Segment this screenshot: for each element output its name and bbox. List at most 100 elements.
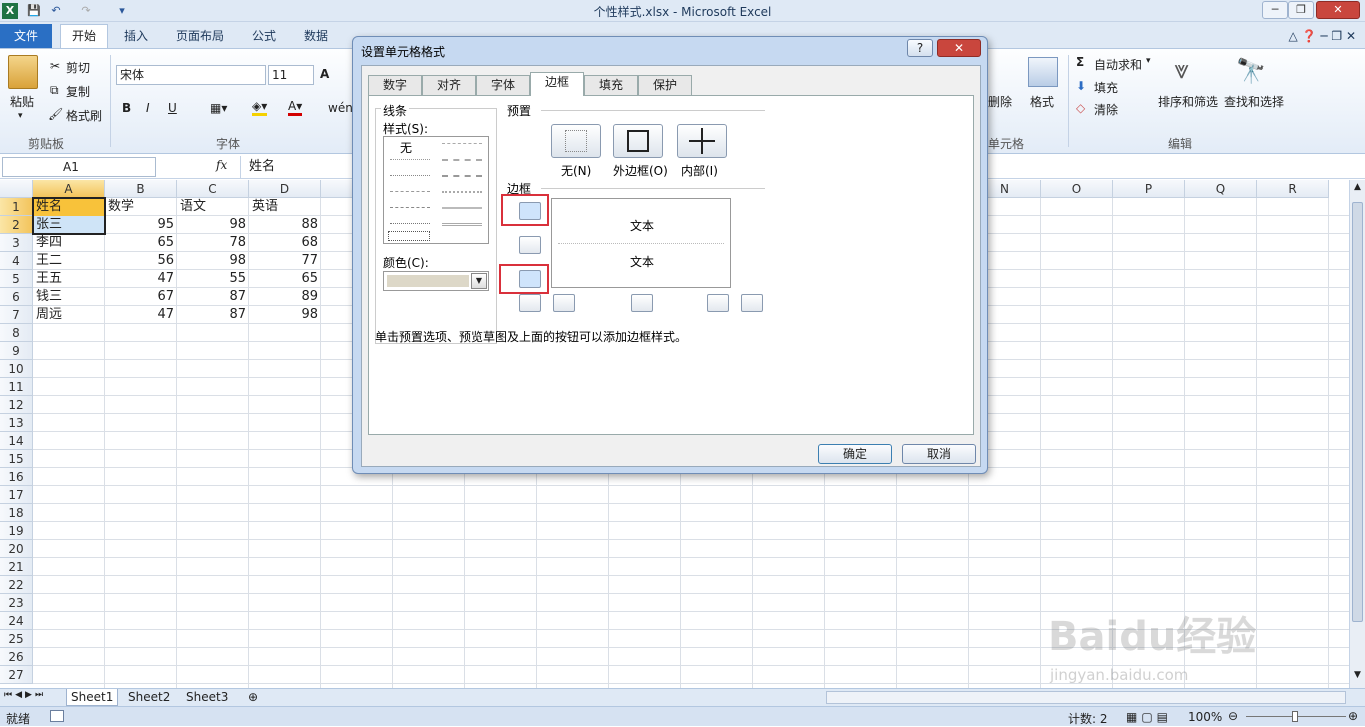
binoculars-icon[interactable]: 🔭	[1236, 57, 1266, 85]
row-header[interactable]: 4	[0, 252, 33, 270]
select-all-corner[interactable]	[0, 180, 33, 198]
table-cell[interactable]: 98	[249, 306, 321, 324]
dialog-tab-protection[interactable]: 保护	[638, 75, 692, 95]
tab-insert[interactable]: 插入	[120, 26, 152, 48]
table-cell[interactable]: 李四	[33, 234, 105, 252]
table-cell[interactable]: 67	[105, 288, 177, 306]
row-header[interactable]: 10	[0, 360, 33, 378]
column-header[interactable]: C	[177, 180, 249, 198]
column-header[interactable]: B	[105, 180, 177, 198]
preset-inside-button[interactable]	[677, 124, 727, 158]
copy-button[interactable]: 复制	[66, 83, 90, 100]
row-header[interactable]: 7	[0, 306, 33, 324]
fill-button[interactable]: 填充	[1094, 79, 1118, 96]
dialog-tab-number[interactable]: 数字	[368, 75, 422, 95]
font-color-icon[interactable]: A▾	[288, 99, 303, 116]
line-style-option[interactable]	[442, 175, 482, 177]
sheet-tab-1[interactable]: Sheet1	[66, 689, 119, 706]
row-header[interactable]: 19	[0, 522, 33, 540]
row-header[interactable]: 17	[0, 486, 33, 504]
autosum-dropdown-icon[interactable]: ▾	[1146, 56, 1151, 66]
line-style-list[interactable]: 无	[383, 136, 489, 244]
phonetic-button[interactable]: wén	[328, 101, 353, 115]
font-size-combo[interactable]: 11	[268, 65, 314, 85]
scroll-up-icon[interactable]: ▲	[1352, 182, 1363, 194]
italic-button[interactable]: I	[146, 101, 150, 115]
line-style-option[interactable]	[442, 223, 482, 226]
column-header[interactable]: Q	[1185, 180, 1257, 198]
cancel-button[interactable]: 取消	[902, 444, 976, 464]
line-style-option[interactable]	[390, 175, 430, 176]
line-style-option[interactable]	[390, 207, 430, 208]
view-mode-icons[interactable]: ▦▢▤	[1126, 710, 1172, 724]
row-header[interactable]: 2	[0, 216, 33, 234]
dialog-tab-fill[interactable]: 填充	[584, 75, 638, 95]
row-header[interactable]: 12	[0, 396, 33, 414]
table-cell[interactable]: 钱三	[33, 288, 105, 306]
dialog-tab-alignment[interactable]: 对齐	[422, 75, 476, 95]
find-select-button[interactable]: 查找和选择	[1224, 93, 1284, 110]
row-header[interactable]: 3	[0, 234, 33, 252]
table-cell[interactable]: 98	[177, 252, 249, 270]
table-cell[interactable]: 英语	[249, 198, 321, 216]
format-cells-icon[interactable]	[1028, 57, 1058, 87]
line-style-option[interactable]	[442, 191, 482, 193]
row-header[interactable]: 9	[0, 342, 33, 360]
border-diagonal-down-button[interactable]	[741, 294, 763, 312]
table-cell[interactable]: 56	[105, 252, 177, 270]
insert-function-button[interactable]: fx	[216, 158, 227, 172]
clear-button[interactable]: 清除	[1094, 101, 1118, 118]
sheet-nav-icons[interactable]: ⏮◀▶⏭	[4, 690, 46, 700]
row-header[interactable]: 27	[0, 666, 33, 684]
table-cell[interactable]: 95	[105, 216, 177, 234]
column-header[interactable]: O	[1041, 180, 1113, 198]
ribbon-help-controls[interactable]: △ ❓ ─ ❐ ✕	[1262, 26, 1362, 48]
sort-filter-button[interactable]: 排序和筛选	[1158, 93, 1218, 110]
table-cell[interactable]: 王二	[33, 252, 105, 270]
row-header[interactable]: 5	[0, 270, 33, 288]
line-style-option[interactable]	[442, 143, 482, 144]
table-cell[interactable]: 47	[105, 306, 177, 324]
column-header[interactable]: D	[249, 180, 321, 198]
dialog-tab-font[interactable]: 字体	[476, 75, 530, 95]
font-name-combo[interactable]: 宋体	[116, 65, 266, 85]
fill-color-icon[interactable]: ◈▾	[252, 99, 268, 116]
table-cell[interactable]: 周远	[33, 306, 105, 324]
table-cell[interactable]: 87	[177, 288, 249, 306]
zoom-slider-handle[interactable]	[1292, 711, 1298, 722]
table-cell[interactable]: 张三	[33, 216, 105, 234]
row-header[interactable]: 20	[0, 540, 33, 558]
table-cell[interactable]: 98	[177, 216, 249, 234]
line-style-option[interactable]	[442, 159, 482, 161]
underline-button[interactable]: U	[168, 101, 177, 115]
row-header[interactable]: 23	[0, 594, 33, 612]
tab-file[interactable]: 文件	[0, 24, 52, 48]
table-cell[interactable]: 王五	[33, 270, 105, 288]
table-cell[interactable]: 77	[249, 252, 321, 270]
dialog-help-button[interactable]: ?	[907, 39, 933, 57]
format-painter-button[interactable]: 格式刷	[66, 107, 102, 124]
row-header[interactable]: 18	[0, 504, 33, 522]
row-header[interactable]: 25	[0, 630, 33, 648]
sort-filter-icon[interactable]: ⩔	[1174, 55, 1189, 86]
paste-dropdown-icon[interactable]: ▾	[18, 111, 23, 121]
format-button[interactable]: 格式	[1030, 93, 1054, 110]
dialog-close-button[interactable]: ✕	[937, 39, 981, 57]
tab-home[interactable]: 开始	[60, 24, 108, 49]
row-header[interactable]: 21	[0, 558, 33, 576]
line-style-option[interactable]	[390, 191, 430, 192]
minimize-button[interactable]: ─	[1262, 1, 1288, 19]
paste-button[interactable]: 粘贴	[10, 93, 34, 110]
table-cell[interactable]: 55	[177, 270, 249, 288]
vertical-scrollbar[interactable]: ▲ ▼	[1349, 180, 1365, 688]
zoom-out-icon[interactable]: ⊖	[1228, 709, 1238, 723]
scroll-down-icon[interactable]: ▼	[1352, 670, 1363, 682]
table-cell[interactable]: 87	[177, 306, 249, 324]
zoom-level[interactable]: 100%	[1188, 710, 1222, 724]
preset-outline-button[interactable]	[613, 124, 663, 158]
grow-font-button[interactable]: A	[320, 67, 329, 81]
row-header[interactable]: 8	[0, 324, 33, 342]
table-cell[interactable]: 65	[249, 270, 321, 288]
preset-none-button[interactable]	[551, 124, 601, 158]
column-header[interactable]: R	[1257, 180, 1329, 198]
